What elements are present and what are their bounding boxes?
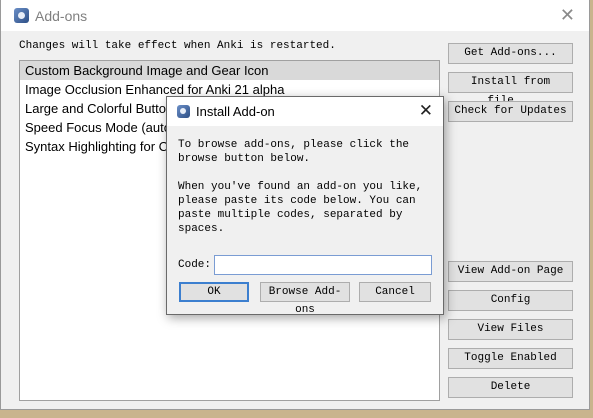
delete-button[interactable]: Delete [448,377,573,398]
toggle-enabled-button[interactable]: Toggle Enabled [448,348,573,369]
install-addon-dialog: Install Add-on ✕ To browse add-ons, plea… [166,96,444,316]
window-close-icon[interactable]: ✕ [560,5,575,25]
check-updates-button[interactable]: Check for Updates [448,101,573,122]
restart-notice: Changes will take effect when Anki is re… [19,40,336,52]
window-title: Add-ons [35,7,88,24]
code-label: Code: [178,259,212,271]
anki-dialog-icon [177,105,190,118]
instructions-paste: When you've found an add-on you like, pl… [178,181,423,235]
config-button[interactable]: Config [448,290,573,311]
install-from-file-button[interactable]: Install from file... [448,72,573,107]
code-input[interactable] [214,255,432,275]
view-files-button[interactable]: View Files [448,319,573,340]
anki-app-icon [14,8,29,23]
dialog-instructions: To browse add-ons, please click the brow… [178,138,438,250]
ok-button[interactable]: OK [179,282,249,302]
dialog-titlebar: Install Add-on ✕ [167,97,443,126]
browse-addons-button[interactable]: Browse Add-ons [260,282,350,316]
addons-titlebar: Add-ons ✕ [1,0,589,31]
instructions-browse: To browse add-ons, please click the brow… [178,139,410,165]
addon-list-item[interactable]: Custom Background Image and Gear Icon [20,61,439,80]
get-addons-button[interactable]: Get Add-ons... [448,43,573,64]
dialog-close-icon[interactable]: ✕ [419,101,433,121]
view-addon-page-button[interactable]: View Add-on Page [448,261,573,282]
cancel-button[interactable]: Cancel [359,282,431,302]
dialog-title: Install Add-on [196,104,275,119]
